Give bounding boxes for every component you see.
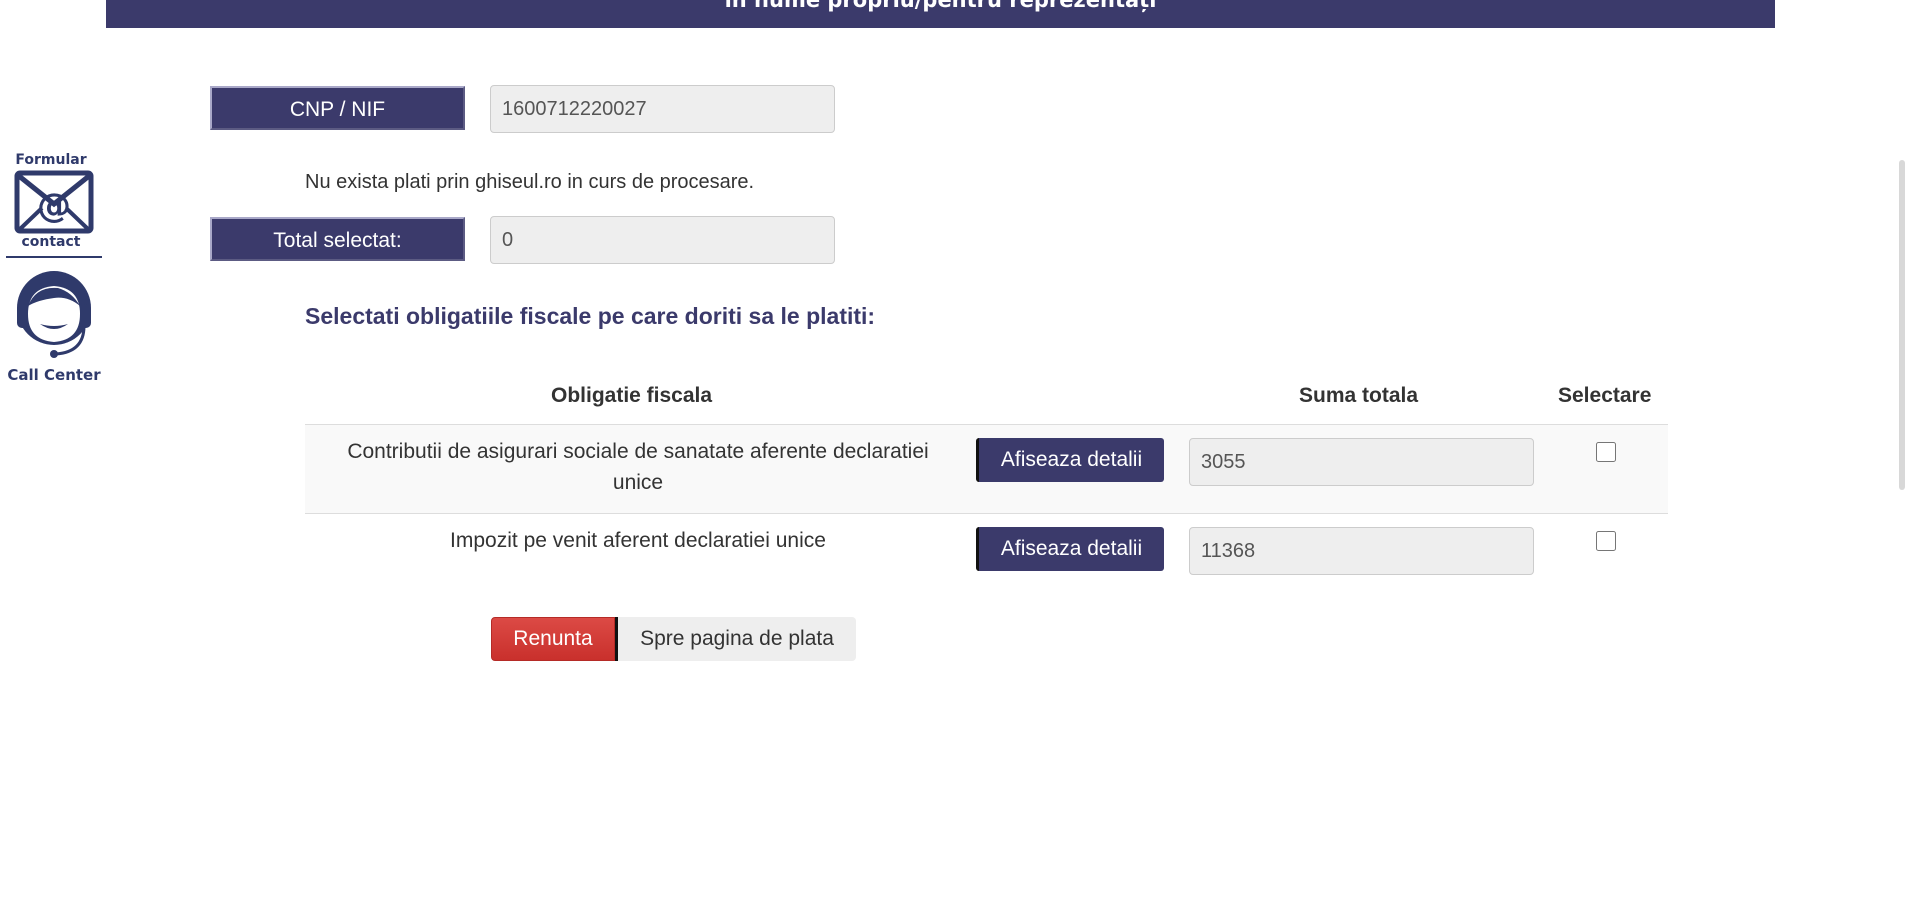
proceed-to-payment-button[interactable]: Spre pagina de plata [615,617,856,661]
call-center-widget[interactable]: Call Center [6,266,102,384]
contact-form-label-top: Formular [15,152,87,168]
side-divider [6,256,102,258]
select-checkbox[interactable] [1596,531,1616,551]
cnp-label: CNP / NIF [210,86,465,130]
show-details-button[interactable]: Afiseaza detalii [976,527,1164,571]
cnp-input[interactable] [490,85,835,133]
contact-form-label-bottom: contact [21,234,81,250]
call-center-label: Call Center [7,366,101,384]
contact-form-widget[interactable]: Formular @ contact [6,152,102,250]
top-banner: în nume propriu/pentru reprezentați [106,0,1775,28]
obligations-heading: Selectati obligatiile fiscale pe care do… [305,303,876,329]
envelope-at-icon: @ [14,170,94,234]
table-row: Contributii de asigurari sociale de sana… [305,425,1668,514]
select-checkbox[interactable] [1596,442,1616,462]
headset-icon [17,271,91,358]
show-details-button[interactable]: Afiseaza detalii [976,438,1164,482]
scrollbar-thumb[interactable] [1899,160,1905,490]
cancel-button[interactable]: Renunta [491,617,615,661]
total-selected-label: Total selectat: [210,217,465,261]
banner-text: în nume propriu/pentru reprezentați [724,0,1157,12]
column-header-selectare: Selectare [1558,384,1652,407]
processing-info-text: Nu exista plati prin ghiseul.ro in curs … [305,171,755,193]
obligation-description: Contributii de asigurari sociale de sana… [347,440,929,494]
amount-input[interactable] [1189,438,1534,486]
scrollbar[interactable] [1895,0,1905,897]
column-header-obligatie: Obligatie fiscala [551,384,713,407]
column-header-suma: Suma totala [1299,384,1419,407]
total-selected-input[interactable] [490,216,835,264]
obligation-description: Impozit pe venit aferent declaratiei uni… [450,529,826,552]
amount-input[interactable] [1189,527,1534,575]
page: în nume propriu/pentru reprezentați Form… [0,0,1905,897]
table-row: Impozit pe venit aferent declaratiei uni… [305,514,1668,594]
svg-text:@: @ [37,186,71,226]
